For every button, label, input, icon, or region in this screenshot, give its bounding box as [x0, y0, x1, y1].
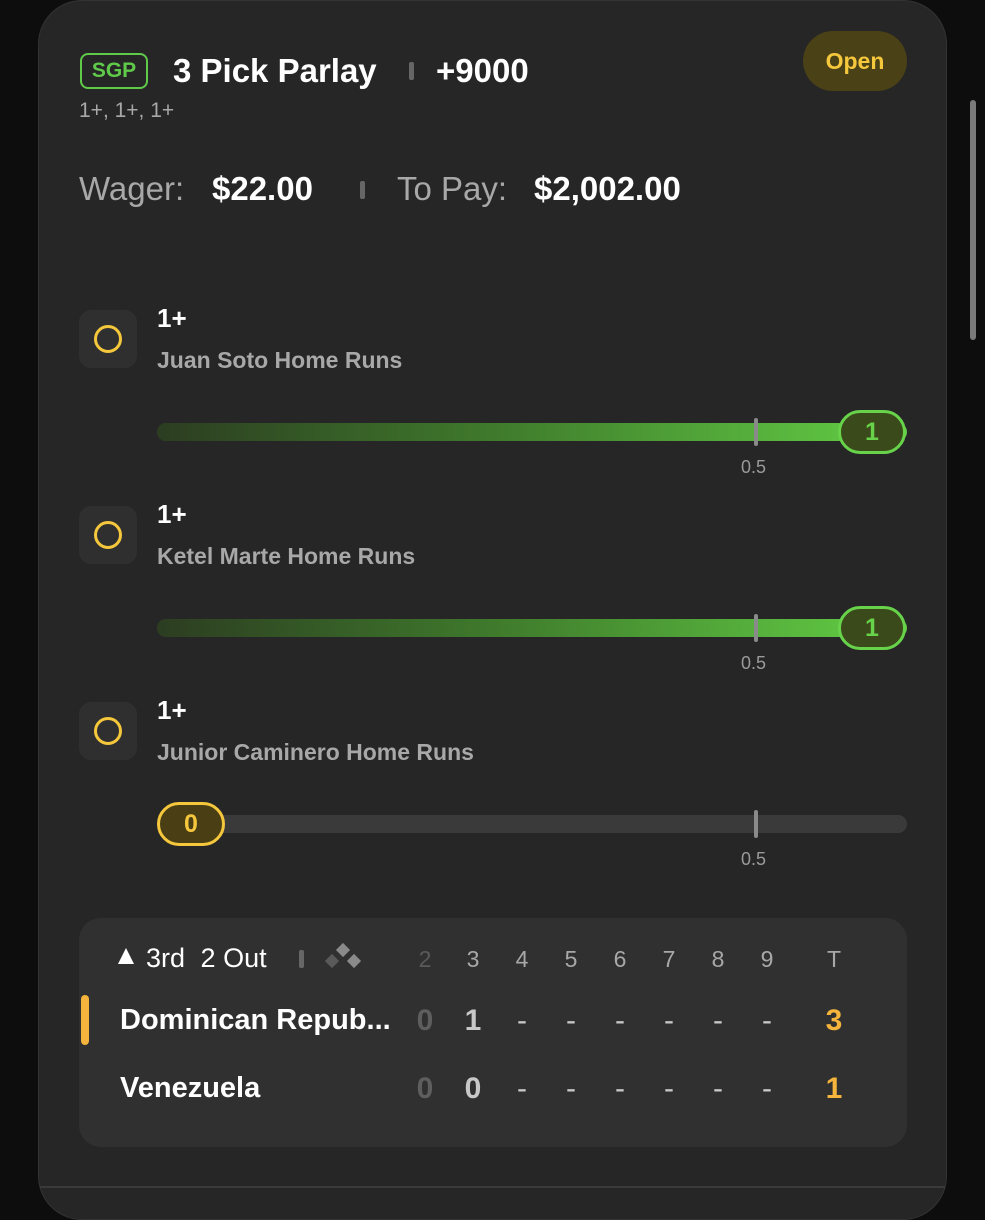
pending-circle-icon: [94, 717, 122, 745]
leg-progress-fill: [157, 423, 907, 441]
leg-current-value: 1: [838, 410, 906, 454]
bases-diamond-icon: [324, 942, 362, 969]
leg-status-icon: [79, 506, 137, 564]
col-header: 2: [418, 946, 432, 972]
sgp-badge: SGP: [80, 53, 148, 89]
leg-progress-fill: [157, 619, 907, 637]
col-header: 7: [662, 946, 676, 972]
leg-status-icon: [79, 310, 137, 368]
batting-indicator: [81, 995, 89, 1045]
col-header-total: T: [826, 946, 842, 972]
wager-value: $22.00: [212, 170, 313, 207]
leg-status-icon: [79, 702, 137, 760]
leg-line: 1+: [157, 499, 187, 529]
col-header: 8: [711, 946, 725, 972]
col-header: 4: [515, 946, 529, 972]
col-header: 3: [466, 946, 480, 972]
bet-odds: +9000: [436, 52, 529, 89]
inning-top-icon: [118, 948, 134, 964]
scrollbar[interactable]: [970, 100, 976, 340]
score-cell: 1: [464, 1004, 482, 1037]
inning-label: 3rd: [146, 943, 186, 973]
score-cell: -: [664, 1004, 674, 1037]
leg-line: 1+: [157, 303, 187, 333]
threshold-tick: [754, 418, 758, 446]
threshold-label: 0.5: [741, 849, 767, 869]
score-cell: -: [762, 1072, 772, 1105]
leg-current-value: 1: [838, 606, 906, 650]
score-cell: -: [615, 1004, 625, 1037]
status-badge: Open: [803, 31, 907, 91]
col-header: 5: [564, 946, 578, 972]
score-total: 3: [825, 1004, 843, 1037]
score-cell: 0: [416, 1072, 434, 1105]
leg-progress-track: [157, 614, 907, 642]
leg-market[interactable]: Juan Soto Home Runs: [157, 347, 402, 374]
score-cell: -: [713, 1004, 723, 1037]
team-name: Dominican Repub...: [120, 1004, 391, 1036]
score-cell: -: [615, 1072, 625, 1105]
leg-progress-track: [157, 418, 907, 446]
score-cell: -: [517, 1004, 527, 1037]
threshold-tick: [754, 810, 758, 838]
leg-line: 1+: [157, 695, 187, 725]
outs-label: 2 Out: [200, 943, 267, 973]
pending-circle-icon: [94, 521, 122, 549]
bet-subtitle: 1+, 1+, 1+: [79, 99, 175, 122]
col-header: 9: [760, 946, 774, 972]
wager-separator: [360, 181, 365, 199]
score-cell: -: [566, 1004, 576, 1037]
score-cell: 0: [416, 1004, 434, 1037]
score-cell: -: [762, 1004, 772, 1037]
divider: [40, 1186, 945, 1188]
title-separator: [409, 62, 414, 80]
wager-label: Wager:: [79, 170, 185, 207]
threshold-label: 0.5: [741, 653, 767, 673]
col-header: 6: [613, 946, 627, 972]
threshold-label: 0.5: [741, 457, 767, 477]
score-cell: -: [517, 1072, 527, 1105]
leg-market[interactable]: Junior Caminero Home Runs: [157, 739, 474, 766]
team-name: Venezuela: [120, 1072, 261, 1104]
score-cell: -: [566, 1072, 576, 1105]
inning-status: 3rd 2 Out: [146, 943, 267, 974]
leg-market[interactable]: Ketel Marte Home Runs: [157, 543, 415, 570]
threshold-tick: [754, 614, 758, 642]
bet-title: 3 Pick Parlay: [173, 52, 377, 89]
score-total: 1: [825, 1072, 843, 1105]
leg-progress-track: [157, 810, 907, 838]
to-pay-value: $2,002.00: [534, 170, 681, 207]
inning-separator: [299, 950, 304, 968]
score-cell: -: [713, 1072, 723, 1105]
score-cell: -: [664, 1072, 674, 1105]
score-cell: 0: [464, 1072, 482, 1105]
leg-current-value: 0: [157, 802, 225, 846]
pending-circle-icon: [94, 325, 122, 353]
to-pay-label: To Pay:: [397, 170, 508, 207]
